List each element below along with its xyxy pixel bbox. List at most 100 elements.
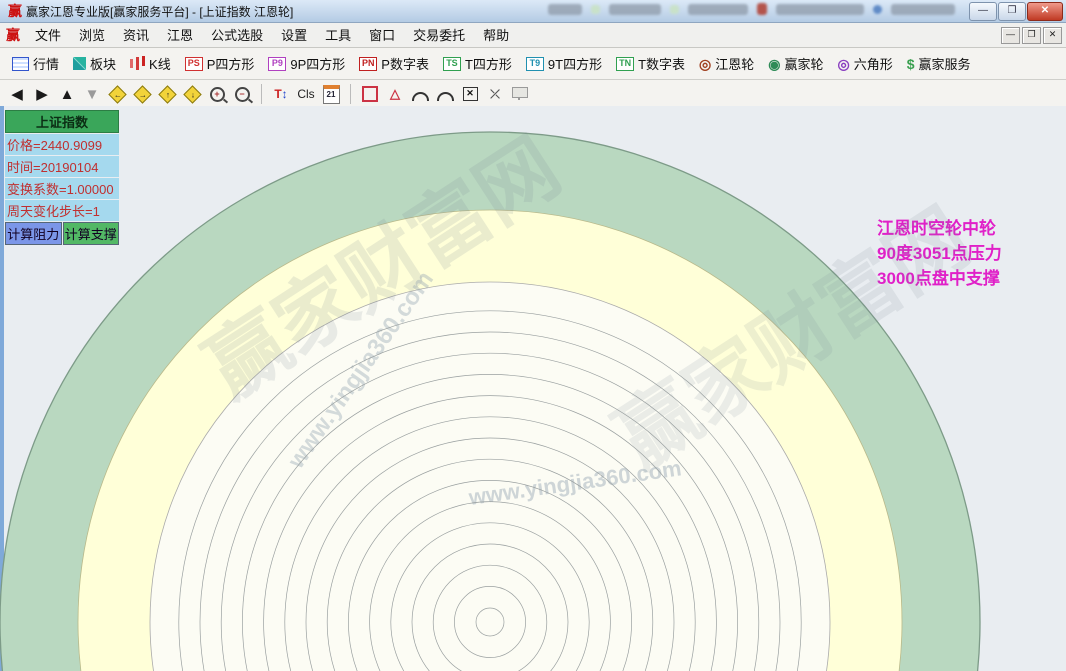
toolbar-item-板块[interactable]: 板块 (67, 51, 122, 76)
maximize-button[interactable]: ❐ (998, 2, 1026, 21)
toolbar-item-六角形[interactable]: ◎六角形 (832, 51, 899, 76)
boxed-x-icon: ✕ (463, 87, 478, 101)
main-toolbar: 行情 板块 K线 PSP四方形P99P四方形PNP数字表TST四方形 T9 9T四方形 TN… (0, 48, 1066, 80)
toolbar-item-江恩轮[interactable]: ◎ 江恩轮 (693, 51, 760, 76)
赢家服务-icon: $ (907, 57, 915, 71)
menu-item-6[interactable]: 设置 (272, 26, 316, 45)
menu-item-2[interactable]: 浏览 (70, 26, 114, 45)
menu-items: 文件浏览资讯江恩公式选股设置工具窗口交易委托帮助 (26, 25, 518, 45)
nav-right-button[interactable]: ▶ (33, 84, 51, 104)
toolbar-item-行情[interactable]: 行情 (6, 51, 65, 76)
arc-ccw-button[interactable] (436, 84, 454, 104)
toolbar-separator (350, 84, 351, 104)
screen-button[interactable] (511, 84, 529, 104)
toolbar-item-T数字表[interactable]: TNT数字表 (610, 51, 691, 76)
calc-resistance-button[interactable]: 计算阻力 (5, 222, 62, 245)
mdi-window-buttons: —❐✕ (1001, 27, 1062, 44)
nav-up-button[interactable]: ▲ (58, 84, 76, 104)
toolbar-item-label: 9T四方形 (548, 54, 602, 73)
江恩轮-icon: ◎ (699, 57, 711, 71)
menu-item-8[interactable]: 窗口 (360, 26, 404, 45)
menu-item-4[interactable]: 江恩 (158, 26, 202, 45)
nav-down-button[interactable]: ▼ (83, 84, 101, 104)
redacted-item (688, 4, 748, 15)
diamond-up-button[interactable]: ↑ (158, 84, 176, 104)
minimize-button[interactable]: — (969, 2, 997, 21)
redacted-item (609, 4, 661, 15)
赢家轮-icon: ◉ (768, 57, 780, 71)
zoom-out-button[interactable]: − (233, 84, 251, 104)
arc-cw-button[interactable] (411, 84, 429, 104)
zoom-in-button[interactable]: + (208, 84, 226, 104)
converge-button[interactable]: ⤫ (486, 84, 504, 104)
menu-item-9[interactable]: 交易委托 (404, 26, 474, 45)
diamond-down-icon: ↓ (183, 85, 201, 103)
toolbar-item-label: P四方形 (207, 54, 255, 73)
K线-icon (136, 57, 139, 70)
toolbar-item-K线[interactable]: K线 (124, 51, 177, 76)
boxed-x-button[interactable]: ✕ (461, 84, 479, 104)
toolbar-item-P四方形[interactable]: PSP四方形 (179, 51, 261, 76)
mdi-button-3[interactable]: ✕ (1043, 27, 1062, 44)
mdi-button-1[interactable]: — (1001, 27, 1020, 44)
gann-annotation-text: 江恩时空轮中轮90度3051点压力3000点盘中支撑 (877, 216, 1002, 291)
toolbar-item-label: 板块 (90, 54, 116, 73)
menu-item-1[interactable]: 文件 (26, 26, 70, 45)
toolbar-item-赢家服务[interactable]: $ 赢家服务 (901, 51, 977, 76)
info-row: 变换系数=1.00000 (5, 178, 119, 199)
menu-bar: 赢 文件浏览资讯江恩公式选股设置工具窗口交易委托帮助 —❐✕ (0, 23, 1066, 48)
六角形-icon: ◎ (838, 57, 850, 71)
toolbar-item-label: K线 (149, 54, 171, 73)
toolbar-item-label: P数字表 (381, 54, 429, 73)
redacted-item (591, 5, 600, 14)
toolbar-item-label: 江恩轮 (715, 54, 754, 73)
info-row: 价格=2440.9099 (5, 134, 119, 155)
gann-wheel-chart-area: 上证指数 价格=2440.9099时间=20190104变换系数=1.00000… (0, 106, 1066, 671)
window-title: 赢家江恩专业版[赢家服务平台] - [上证指数 江恩轮] (26, 3, 293, 20)
diamond-left-icon: ← (108, 85, 126, 103)
toolbar-item-label: 行情 (33, 54, 59, 73)
redacted-item (548, 4, 582, 15)
converge-icon: ⤫ (490, 87, 500, 102)
price-axis-button[interactable]: T↕ (272, 84, 290, 104)
toolbar-item-label: 赢家轮 (784, 54, 823, 73)
toolbar-separator (261, 84, 262, 104)
nav-left-icon: ◀ (11, 85, 23, 103)
diamond-down-button[interactable]: ↓ (183, 84, 201, 104)
toolbar-item-赢家轮[interactable]: ◉ 赢家轮 (762, 51, 829, 76)
toolbar-item-label: T四方形 (465, 54, 512, 73)
diamond-right-button[interactable]: → (133, 84, 151, 104)
calc-support-button[interactable]: 计算支撑 (63, 222, 120, 245)
nav-right-icon: ▶ (36, 85, 48, 103)
toolbar-item-label: 赢家服务 (919, 54, 971, 73)
info-row: 周天变化步长=1 (5, 200, 119, 221)
menu-item-3[interactable]: 资讯 (114, 26, 158, 45)
diamond-left-button[interactable]: ← (108, 84, 126, 104)
square-button[interactable] (361, 84, 379, 104)
square-icon (362, 86, 378, 102)
price-axis-icon: T↕ (274, 87, 287, 101)
triangle-button[interactable]: △ (386, 84, 404, 104)
instrument-name: 上证指数 (5, 110, 119, 133)
toolbar-item-T四方形[interactable]: TST四方形 (437, 51, 518, 76)
app-logo-icon: 赢 (8, 1, 22, 21)
zoom-out-icon: − (235, 87, 250, 102)
9P四方形-icon: P9 (268, 57, 286, 71)
toolbar-item-9T四方形[interactable]: T9 9T四方形 (520, 51, 608, 76)
9T四方形-icon: T9 (526, 57, 544, 71)
redacted-item (873, 5, 882, 14)
menu-item-7[interactable]: 工具 (316, 26, 360, 45)
menu-item-5[interactable]: 公式选股 (202, 26, 272, 45)
close-button[interactable]: ✕ (1027, 2, 1063, 21)
cls-button[interactable]: Cls (297, 84, 315, 104)
titlebar-redacted-items (548, 3, 955, 15)
mdi-button-2[interactable]: ❐ (1022, 27, 1041, 44)
toolbar-item-9P四方形[interactable]: P99P四方形 (262, 51, 351, 76)
toolbar-item-label: T数字表 (638, 54, 685, 73)
nav-left-button[interactable]: ◀ (8, 84, 26, 104)
menu-item-10[interactable]: 帮助 (474, 26, 518, 45)
calendar-icon: 21 (323, 85, 340, 104)
calendar-button[interactable]: 21 (322, 84, 340, 104)
title-bar: 赢 赢家江恩专业版[赢家服务平台] - [上证指数 江恩轮] — ❐ ✕ (0, 0, 1066, 23)
toolbar-item-P数字表[interactable]: PNP数字表 (353, 51, 435, 76)
